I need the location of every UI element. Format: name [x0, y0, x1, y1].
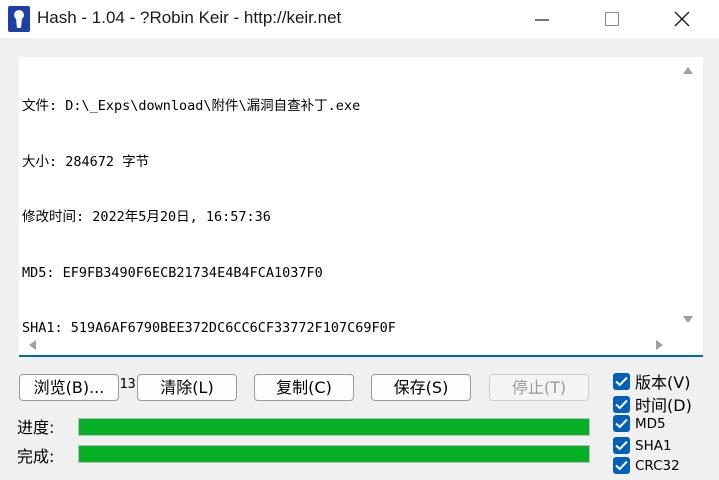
checkbox-crc32-label: CRC32	[635, 457, 680, 474]
scroll-up-arrow-icon[interactable]	[682, 65, 694, 75]
checkbox-checked-icon	[613, 372, 630, 390]
browse-button[interactable]: 浏览(B)...	[19, 374, 119, 401]
progress-bar	[78, 418, 590, 436]
scroll-left-arrow-icon[interactable]	[27, 339, 37, 351]
checkbox-time-label: 时间(D)	[635, 396, 692, 415]
output-line-modified: 修改时间: 2022年5月20日, 16:57:36	[22, 209, 271, 225]
maximize-icon	[604, 11, 620, 27]
checkbox-checked-icon	[613, 395, 630, 413]
output-line-file: 文件: D:\_Exps\download\附件\漏洞自查补丁.exe	[22, 98, 361, 114]
clear-button[interactable]: 清除(L)	[137, 374, 237, 401]
checkbox-crc32[interactable]: CRC32	[613, 457, 680, 474]
output-line-size: 大小: 284672 字节	[22, 153, 150, 170]
checkbox-checked-icon	[613, 415, 630, 432]
checkbox-sha1[interactable]: SHA1	[613, 437, 672, 454]
complete-bar	[78, 445, 590, 463]
title-bar[interactable]: Hash - 1.04 - ?Robin Keir - http://keir.…	[0, 0, 719, 38]
maximize-button[interactable]	[577, 0, 647, 38]
complete-bar-fill	[79, 446, 589, 462]
stop-button[interactable]: 停止(T)	[489, 374, 589, 401]
close-button[interactable]	[647, 0, 717, 38]
checkbox-version[interactable]: 版本(V)	[613, 369, 690, 393]
scroll-down-arrow-icon[interactable]	[682, 315, 694, 325]
minimize-button[interactable]	[507, 0, 577, 38]
save-button[interactable]: 保存(S)	[371, 374, 471, 401]
output-line-sha1: SHA1: 519A6AF6790BEE372DC6CC6CF33772F107…	[22, 320, 396, 336]
minimize-icon	[535, 19, 549, 21]
complete-label: 完成:	[17, 447, 55, 466]
close-icon	[674, 11, 690, 27]
copy-button[interactable]: 复制(C)	[254, 374, 354, 401]
checkbox-checked-icon	[613, 457, 630, 474]
hash-output-box[interactable]: 文件: D:\_Exps\download\附件\漏洞自查补丁.exe 大小: …	[19, 57, 703, 392]
window-title: Hash - 1.04 - ?Robin Keir - http://keir.…	[37, 8, 342, 27]
checkbox-version-label: 版本(V)	[635, 373, 691, 392]
checkbox-sha1-label: SHA1	[635, 437, 672, 454]
checkbox-checked-icon	[613, 437, 630, 454]
checkbox-time[interactable]: 时间(D)	[613, 392, 692, 416]
checkbox-md5-label: MD5	[635, 415, 666, 432]
progress-label: 进度:	[17, 418, 55, 437]
scroll-right-arrow-icon[interactable]	[655, 339, 665, 351]
output-text: 文件: D:\_Exps\download\附件\漏洞自查补丁.exe 大小: …	[22, 60, 672, 392]
output-line-md5: MD5: EF9FB3490F6ECB21734E4B4FCA1037F0	[22, 264, 323, 281]
progress-bar-fill	[79, 419, 589, 435]
keyhole-icon	[8, 6, 30, 32]
checkbox-md5[interactable]: MD5	[613, 415, 666, 432]
